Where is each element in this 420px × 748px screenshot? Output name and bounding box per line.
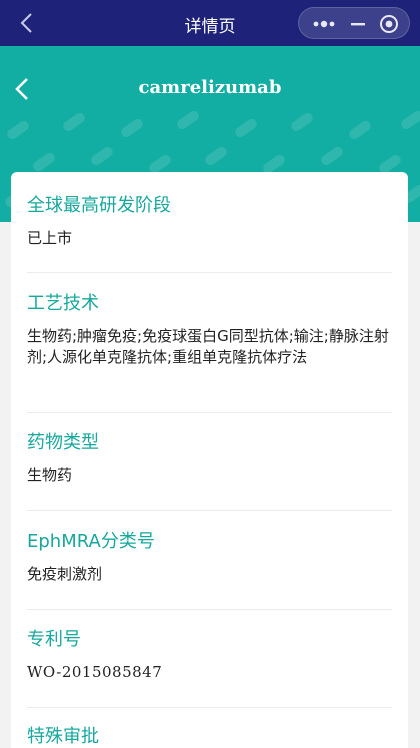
divider	[27, 510, 392, 511]
field-ephmra-code: EphMRA分类号 免疫刺激剂	[27, 530, 392, 585]
mini-program-capsule	[298, 7, 410, 39]
top-nav-bar: 详情页	[0, 0, 420, 46]
field-patent-number: 专利号 WO-2015085847	[27, 628, 392, 683]
drug-name: camrelizumab	[138, 77, 282, 98]
target-circle-icon[interactable]	[379, 14, 399, 34]
field-label: 全球最高研发阶段	[27, 195, 171, 216]
field-value: WO-2015085847	[27, 663, 163, 681]
field-value: 已上市	[27, 229, 73, 247]
field-development-stage: 全球最高研发阶段 已上市	[27, 194, 392, 249]
field-value: 免疫刺激剂	[27, 565, 103, 583]
more-dots-icon[interactable]	[311, 16, 337, 32]
field-label: 药物类型	[27, 432, 99, 453]
field-label: 专利号	[27, 629, 81, 650]
field-label: EphMRA分类号	[27, 531, 155, 552]
divider	[27, 609, 392, 610]
divider	[27, 707, 392, 708]
divider	[27, 412, 392, 413]
field-label: 工艺技术	[27, 293, 99, 314]
field-special-approval: 特殊审批	[27, 725, 392, 748]
divider	[27, 272, 392, 273]
field-drug-type: 药物类型 生物药	[27, 431, 392, 486]
detail-card: 全球最高研发阶段 已上市 工艺技术 生物药;肿瘤免疫;免疫球蛋白G同型抗体;输注…	[11, 172, 408, 748]
field-technology: 工艺技术 生物药;肿瘤免疫;免疫球蛋白G同型抗体;输注;静脉注射剂;人源化单克隆…	[27, 292, 392, 368]
field-value: 生物药	[27, 466, 73, 484]
minimize-icon[interactable]	[350, 16, 366, 32]
field-label: 特殊审批	[27, 726, 99, 747]
field-value: 生物药;肿瘤免疫;免疫球蛋白G同型抗体;输注;静脉注射剂;人源化单克隆抗体;重组…	[27, 327, 389, 366]
